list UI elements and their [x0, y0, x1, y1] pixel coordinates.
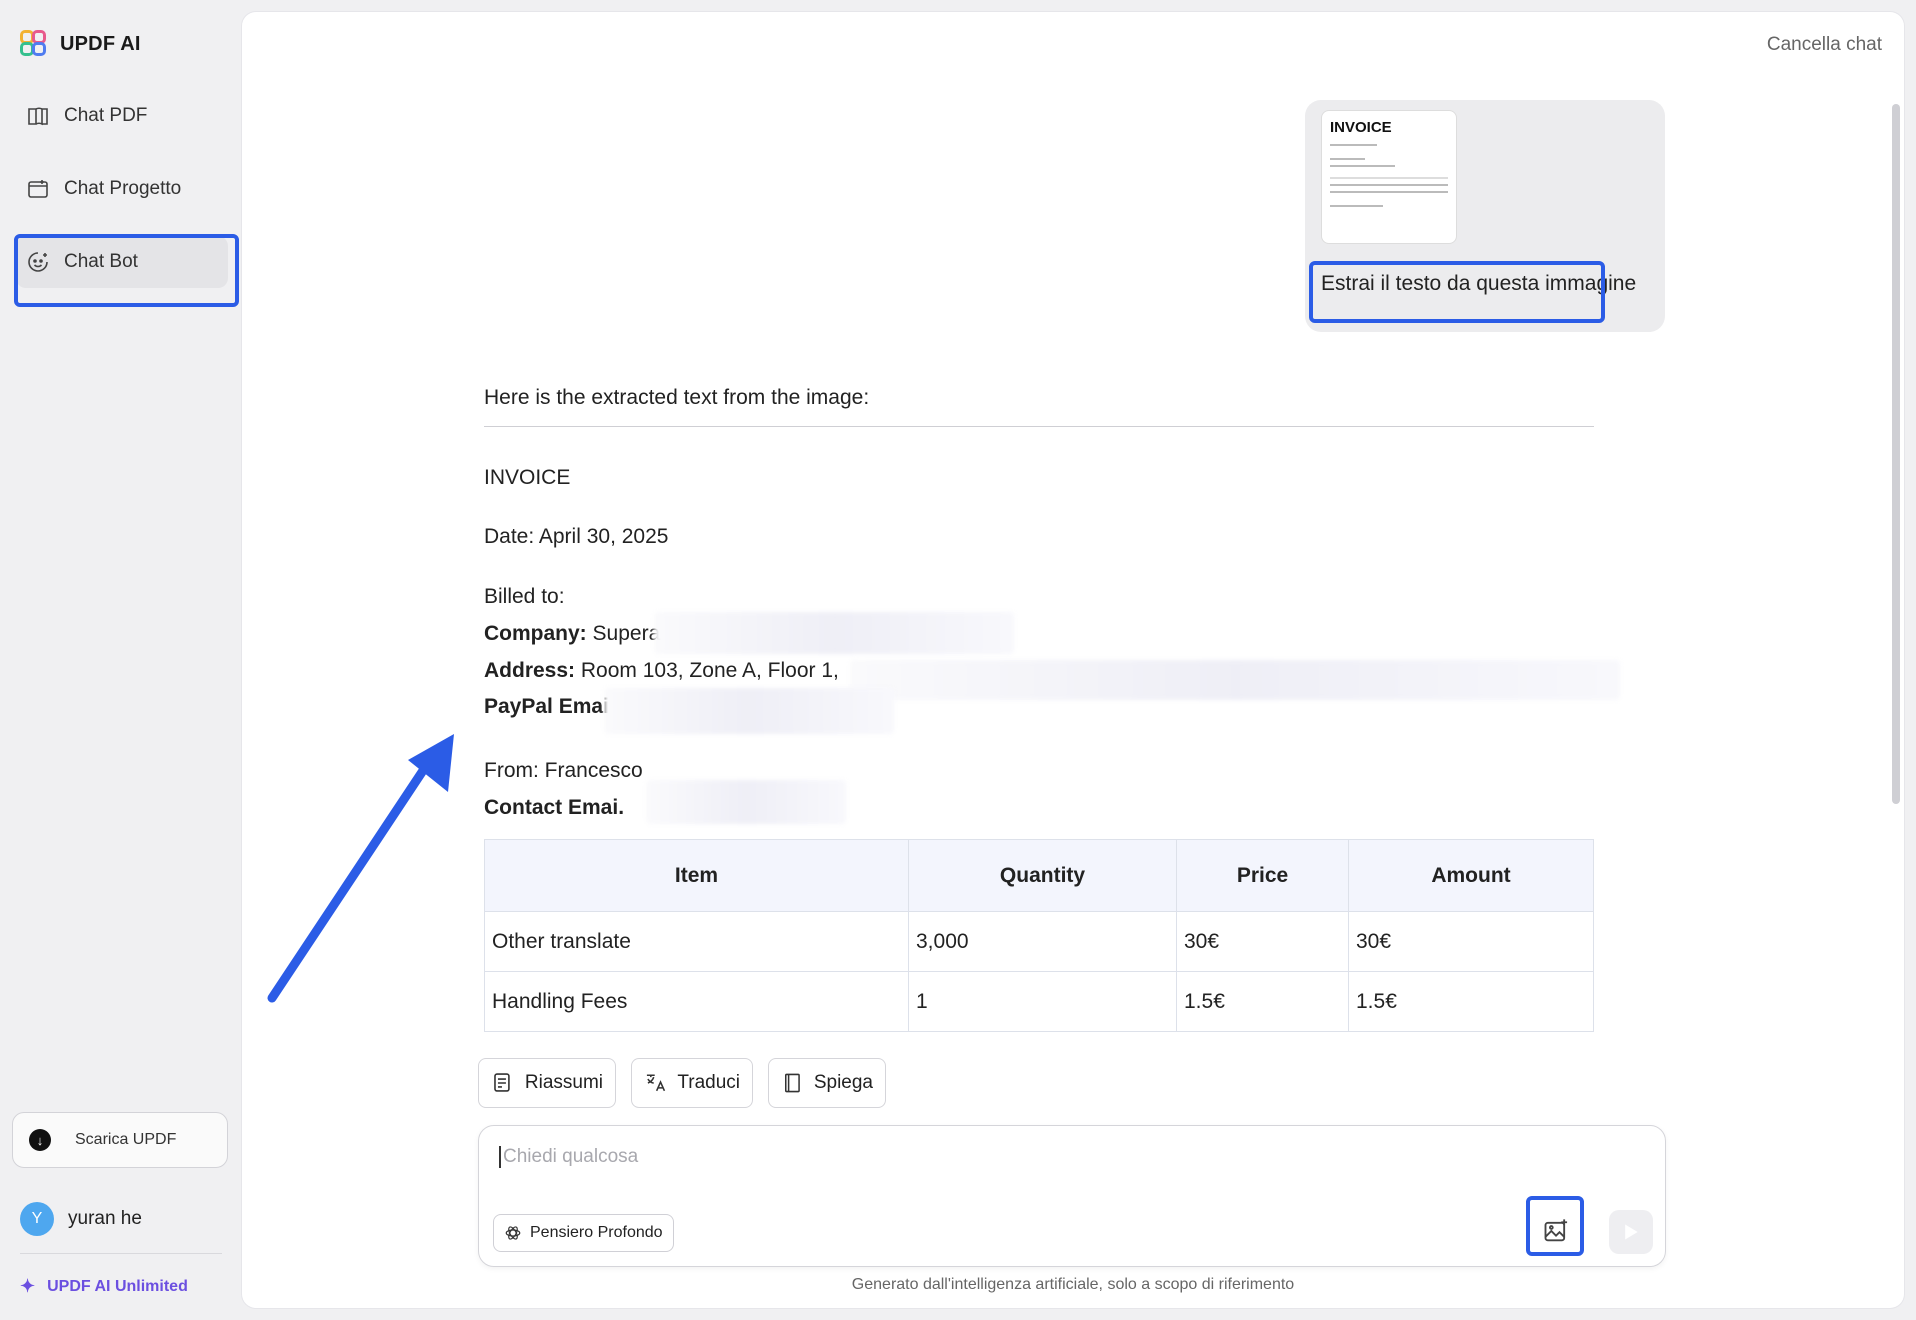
invoice-title: INVOICE — [484, 466, 571, 489]
redaction — [654, 612, 1014, 654]
sidebar: UPDF AI Chat PDF Chat Progetto Chat Bot … — [0, 0, 240, 1320]
contact-label: Contact Emai. — [484, 796, 625, 819]
address-label: Address: — [484, 659, 576, 682]
updf-logo-icon — [20, 30, 48, 58]
address-line: Address: Room 103, Zone A, Floor 1, — [484, 659, 839, 683]
translate-label: Traduci — [677, 1072, 740, 1093]
invoice-table: Item Quantity Price Amount Other transla… — [484, 839, 1594, 1032]
table-cell: 1 — [908, 971, 1177, 1032]
table-header-row: Item Quantity Price Amount — [484, 839, 1594, 912]
column-header: Quantity — [908, 839, 1177, 912]
sidebar-item-label: Chat Progetto — [64, 178, 182, 199]
table-cell: 30€ — [1348, 911, 1594, 972]
download-label: Scarica UPDF — [75, 1131, 177, 1148]
plan-label: UPDF AI Unlimited — [47, 1277, 188, 1295]
table-cell: Other translate — [484, 911, 909, 972]
company-line: Company: Supera — [484, 622, 660, 646]
sidebar-item-chat-pdf[interactable]: Chat PDF — [16, 90, 228, 142]
send-icon — [1625, 1224, 1638, 1240]
plan-link[interactable]: ✦ UPDF AI Unlimited — [20, 1276, 188, 1297]
sidebar-item-label: Chat PDF — [64, 105, 148, 126]
paypal-label: PayPal Emai — [484, 695, 609, 718]
address-value: Room 103, Zone A, Floor 1, — [580, 659, 839, 682]
redaction — [604, 688, 894, 734]
column-header: Price — [1176, 839, 1349, 912]
translate-button[interactable]: Traduci — [631, 1058, 753, 1108]
redaction — [850, 660, 1620, 700]
table-cell: 1.5€ — [1176, 971, 1349, 1032]
table-cell: 1.5€ — [1348, 971, 1594, 1032]
billed-to: Billed to: — [484, 585, 565, 608]
user-message-bubble: INVOICE Estrai il testo da questa immagi… — [1305, 100, 1665, 332]
answer-intro: Here is the extracted text from the imag… — [484, 386, 870, 409]
book-icon — [784, 1073, 800, 1093]
sparkle-icon: ✦ — [20, 1276, 36, 1296]
clear-chat-button[interactable]: Cancella chat — [1767, 34, 1882, 56]
sidebar-item-label: Chat Bot — [64, 251, 138, 272]
app-name: UPDF AI — [60, 32, 141, 55]
contact-line: Contact Emai. — [484, 796, 624, 820]
chat-composer: Pensiero Profondo — [478, 1125, 1666, 1267]
summarize-button[interactable]: Riassumi — [478, 1058, 616, 1108]
download-icon: ↓ — [29, 1129, 51, 1151]
send-button[interactable] — [1609, 1210, 1653, 1254]
invoice-date: Date: April 30, 2025 — [484, 525, 669, 548]
translate-icon — [646, 1074, 666, 1092]
summary-icon — [494, 1073, 510, 1092]
deep-thinking-toggle[interactable]: Pensiero Profondo — [493, 1214, 674, 1252]
summarize-label: Riassumi — [524, 1072, 603, 1093]
book-icon — [28, 107, 48, 126]
bot-icon — [28, 252, 48, 272]
atom-icon — [505, 1226, 521, 1240]
avatar: Y — [20, 1202, 54, 1236]
paypal-line: PayPal Emai — [484, 695, 609, 719]
chat-input[interactable] — [499, 1146, 1399, 1168]
table-row: Other translate 3,000 30€ 30€ — [484, 911, 1594, 972]
deep-thinking-label: Pensiero Profondo — [530, 1224, 663, 1241]
table-row: Handling Fees 1 1.5€ 1.5€ — [484, 971, 1594, 1032]
explain-button[interactable]: Spiega — [768, 1058, 886, 1108]
sidebar-item-chat-bot[interactable]: Chat Bot — [16, 236, 228, 288]
company-value: Supera — [592, 622, 661, 645]
upload-image-button[interactable] — [1531, 1206, 1581, 1256]
user-message-text: Estrai il testo da questa immagine — [1321, 272, 1637, 295]
column-header: Amount — [1348, 839, 1594, 912]
user-name: yuran he — [68, 1208, 142, 1229]
column-header: Item — [484, 839, 909, 912]
invoice-thumbnail[interactable]: INVOICE — [1321, 110, 1457, 244]
folder-icon — [28, 180, 48, 198]
chat-panel: Cancella chat INVOICE Estrai il testo da… — [242, 12, 1904, 1308]
download-updf-button[interactable]: ↓ Scarica UPDF — [12, 1112, 228, 1168]
explain-label: Spiega — [813, 1072, 873, 1093]
table-cell: 30€ — [1176, 911, 1349, 972]
table-cell: Handling Fees — [484, 971, 909, 1032]
from-line: From: Francesco — [484, 759, 643, 782]
ai-disclaimer: Generato dall'intelligenza artificiale, … — [851, 1276, 1295, 1293]
sidebar-item-chat-progetto[interactable]: Chat Progetto — [16, 163, 228, 215]
separator — [484, 426, 1594, 427]
thumbnail-title: INVOICE — [1330, 119, 1392, 136]
app-logo[interactable]: UPDF AI — [20, 30, 141, 58]
table-cell: 3,000 — [908, 911, 1177, 972]
divider — [20, 1253, 222, 1254]
user-profile[interactable]: Y yuran he — [20, 1202, 142, 1236]
image-add-icon — [1544, 1219, 1568, 1242]
company-label: Company: — [484, 622, 587, 645]
redaction — [646, 780, 846, 824]
scrollbar[interactable] — [1892, 104, 1900, 804]
